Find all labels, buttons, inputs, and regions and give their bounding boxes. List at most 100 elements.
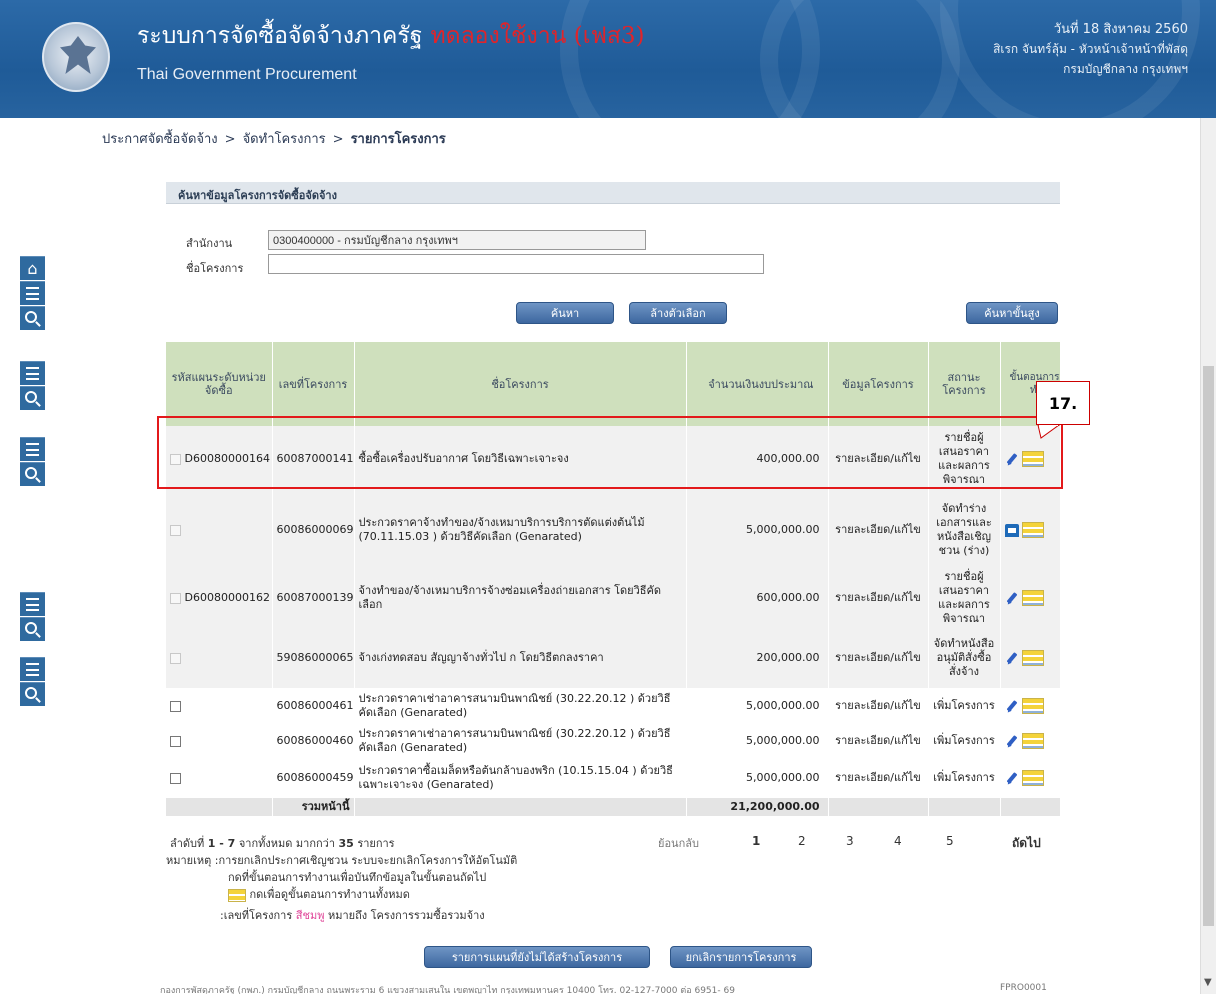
detail-edit-link[interactable]: รายละเอียด/แก้ไข	[828, 568, 929, 628]
pager-summary: ลำดับที่ 1 - 7 จากทั้งหมด มากกว่า 35 ราย…	[170, 834, 395, 852]
pager-page-3[interactable]: 3	[846, 834, 854, 848]
breadcrumb-separator: >	[224, 132, 236, 147]
project-name: จ้างทำของ/จ้างเหมาบริการจ้างซ่อมเครื่องถ…	[354, 568, 687, 628]
scrollbar-thumb[interactable]	[1203, 366, 1214, 926]
document-step-icon[interactable]	[1004, 523, 1019, 537]
pager-prefix: ลำดับที่	[170, 837, 205, 850]
workflow-list-icon[interactable]	[1022, 698, 1044, 714]
project-status: จัดทำร่างเอกสารและหนังสือเชิญชวน (ร่าง)	[928, 492, 1001, 568]
edit-step-icon[interactable]	[1005, 651, 1019, 665]
agency-logo	[42, 22, 110, 92]
row-checkbox[interactable]	[170, 735, 181, 747]
step-callout: 17.	[1036, 381, 1090, 425]
garuda-emblem	[60, 36, 96, 74]
table-header-row: รหัสแผนระดับหน่วยจัดซื้อ เลขที่โครงการ ช…	[166, 342, 1061, 426]
breadcrumb-item[interactable]: จัดทำโครงการ	[243, 132, 326, 147]
note-line-4: :เลขที่โครงการ สีชมพู หมายถึง โครงการรวม…	[220, 906, 485, 924]
detail-edit-link[interactable]: รายละเอียด/แก้ไข	[828, 758, 929, 798]
advanced-search-button[interactable]: ค้นหาขั้นสูง	[966, 302, 1058, 324]
unprojected-plans-button[interactable]: รายการแผนที่ยังไม่ได้สร้างโครงการ	[424, 946, 650, 968]
project-name: ประกวดราคาเช่าอาคารสนามบินพาณิชย์ (30.22…	[354, 688, 687, 724]
search-icon[interactable]	[20, 617, 45, 641]
menu-icon[interactable]	[20, 657, 45, 681]
pager-page-2[interactable]: 2	[798, 834, 806, 848]
home-icon[interactable]: ⌂	[20, 256, 45, 280]
search-button[interactable]: ค้นหา	[516, 302, 614, 324]
workflow-list-icon	[228, 888, 246, 902]
project-name-input[interactable]	[268, 254, 764, 274]
pager-range: 1 - 7	[207, 837, 236, 850]
dept-label: สำนักงาน	[186, 237, 233, 250]
pager-next[interactable]: ถัดไป	[1012, 834, 1041, 853]
app-title: ระบบการจัดซื้อจัดจ้างภาครัฐ ทดลองใช้งาน (…	[137, 18, 645, 54]
detail-edit-link[interactable]: รายละเอียด/แก้ไข	[828, 724, 929, 758]
workflow-list-icon[interactable]	[1022, 770, 1044, 786]
note-line-1: หมายเหตุ :การยกเลิกประกาศเชิญชวน ระบบจะย…	[166, 854, 518, 867]
project-status: รายชื่อผู้เสนอราคาและผลการพิจารณา	[928, 568, 1001, 628]
trial-label: ทดลองใช้งาน (เฟส3)	[430, 23, 645, 49]
project-status: จัดทำหนังสืออนุมัติสั่งซื้อสั่งจ้าง	[928, 628, 1001, 688]
note-line-2: กดที่ขั้นตอนการทำงานเพื่อบันทึกข้อมูลในข…	[228, 871, 487, 884]
note-suffix: หมายถึง โครงการรวมซื้อรวมจ้าง	[327, 909, 485, 922]
workflow-list-icon[interactable]	[1022, 650, 1044, 666]
scroll-down-icon[interactable]: ▼	[1204, 977, 1212, 988]
callout-tail	[1037, 425, 1060, 439]
pager-back[interactable]: ย้อนกลับ	[658, 834, 699, 852]
search-icon[interactable]	[20, 306, 45, 330]
menu-icon[interactable]	[20, 281, 45, 305]
clear-button[interactable]: ล้างตัวเลือก	[629, 302, 727, 324]
search-icon[interactable]	[20, 462, 45, 486]
edit-step-icon[interactable]	[1005, 771, 1019, 785]
pager-page-5[interactable]: 5	[946, 834, 954, 848]
detail-edit-link[interactable]: รายละเอียด/แก้ไข	[828, 688, 929, 724]
row-checkbox[interactable]	[170, 652, 181, 664]
plan-code: D60080000162	[184, 591, 270, 604]
row-checkbox[interactable]	[170, 700, 181, 712]
footer-address: กองการพัสดุภาครัฐ (กพภ.) กรมบัญชีกลาง ถน…	[160, 986, 735, 994]
highlight-box	[157, 416, 1063, 489]
edit-step-icon[interactable]	[1005, 734, 1019, 748]
row-checkbox[interactable]	[170, 592, 181, 604]
row-checkbox[interactable]	[170, 524, 181, 536]
row-checkbox[interactable]	[170, 772, 181, 784]
footer-code: FPRO0001	[1000, 983, 1047, 993]
edit-step-icon[interactable]	[1005, 591, 1019, 605]
workflow-list-icon[interactable]	[1022, 522, 1044, 538]
table-row: 60086000069 ประกวดราคาจ้างทำของ/จ้างเหมา…	[166, 492, 1061, 568]
header-dept: กรมบัญชีกลาง กรุงเทพฯ	[1063, 62, 1188, 76]
dept-field[interactable]	[268, 230, 646, 250]
search-icon[interactable]	[20, 386, 45, 410]
main-panel: ค้นหาข้อมูลโครงการจัดซื้อจัดจ้าง สำนักงา…	[166, 182, 1061, 994]
project-status: เพิ่มโครงการ	[928, 724, 1001, 758]
project-name: ประกวดราคาซื้อเมล็ดหรือต้นกล้าบองพริก (1…	[354, 758, 687, 798]
table-row: 60086000461 ประกวดราคาเช่าอาคารสนามบินพา…	[166, 688, 1061, 724]
header-user[interactable]: สิเรก จันทร์ลุ้ม - หัวหน้าเจ้าหน้าที่พัส…	[993, 40, 1188, 59]
breadcrumb-item[interactable]: ประกาศจัดซื้อจัดจ้าง	[102, 132, 218, 147]
project-no: 60087000139	[272, 568, 355, 628]
menu-icon[interactable]	[20, 437, 45, 461]
pager-page-4[interactable]: 4	[894, 834, 902, 848]
header-date: วันที่ 18 สิงหาคม 2560	[1053, 22, 1188, 37]
menu-icon[interactable]	[20, 592, 45, 616]
col-header-project-name: ชื่อโครงการ	[354, 342, 687, 426]
menu-icon[interactable]	[20, 361, 45, 385]
sum-row: รวมหน้านี้ 21,200,000.00	[166, 798, 1061, 816]
workflow-list-icon[interactable]	[1022, 590, 1044, 606]
col-header-project-no: เลขที่โครงการ	[272, 342, 355, 426]
pager-suffix: รายการ	[357, 837, 395, 850]
detail-edit-link[interactable]: รายละเอียด/แก้ไข	[828, 628, 929, 688]
project-no: 60086000461	[272, 688, 355, 724]
sum-label: รวมหน้านี้	[272, 798, 355, 816]
edit-step-icon[interactable]	[1005, 699, 1019, 713]
cancel-projects-button[interactable]: ยกเลิกรายการโครงการ	[670, 946, 812, 968]
pager-page-1[interactable]: 1	[752, 834, 760, 848]
vertical-scrollbar[interactable]: ▼	[1200, 118, 1216, 994]
search-icon[interactable]	[20, 682, 45, 706]
project-name: จ้างเก่งทดสอบ สัญญาจ้างทั่วไป ก โดยวิธีต…	[354, 628, 687, 688]
project-no: 60086000069	[272, 492, 355, 568]
detail-edit-link[interactable]: รายละเอียด/แก้ไข	[828, 492, 929, 568]
breadcrumb: ประกาศจัดซื้อจัดจ้าง > จัดทำโครงการ > รายการ…	[102, 128, 446, 149]
workflow-list-icon[interactable]	[1022, 733, 1044, 749]
note-prefix: :เลขที่โครงการ	[220, 909, 293, 922]
budget-amount: 600,000.00	[686, 568, 829, 628]
